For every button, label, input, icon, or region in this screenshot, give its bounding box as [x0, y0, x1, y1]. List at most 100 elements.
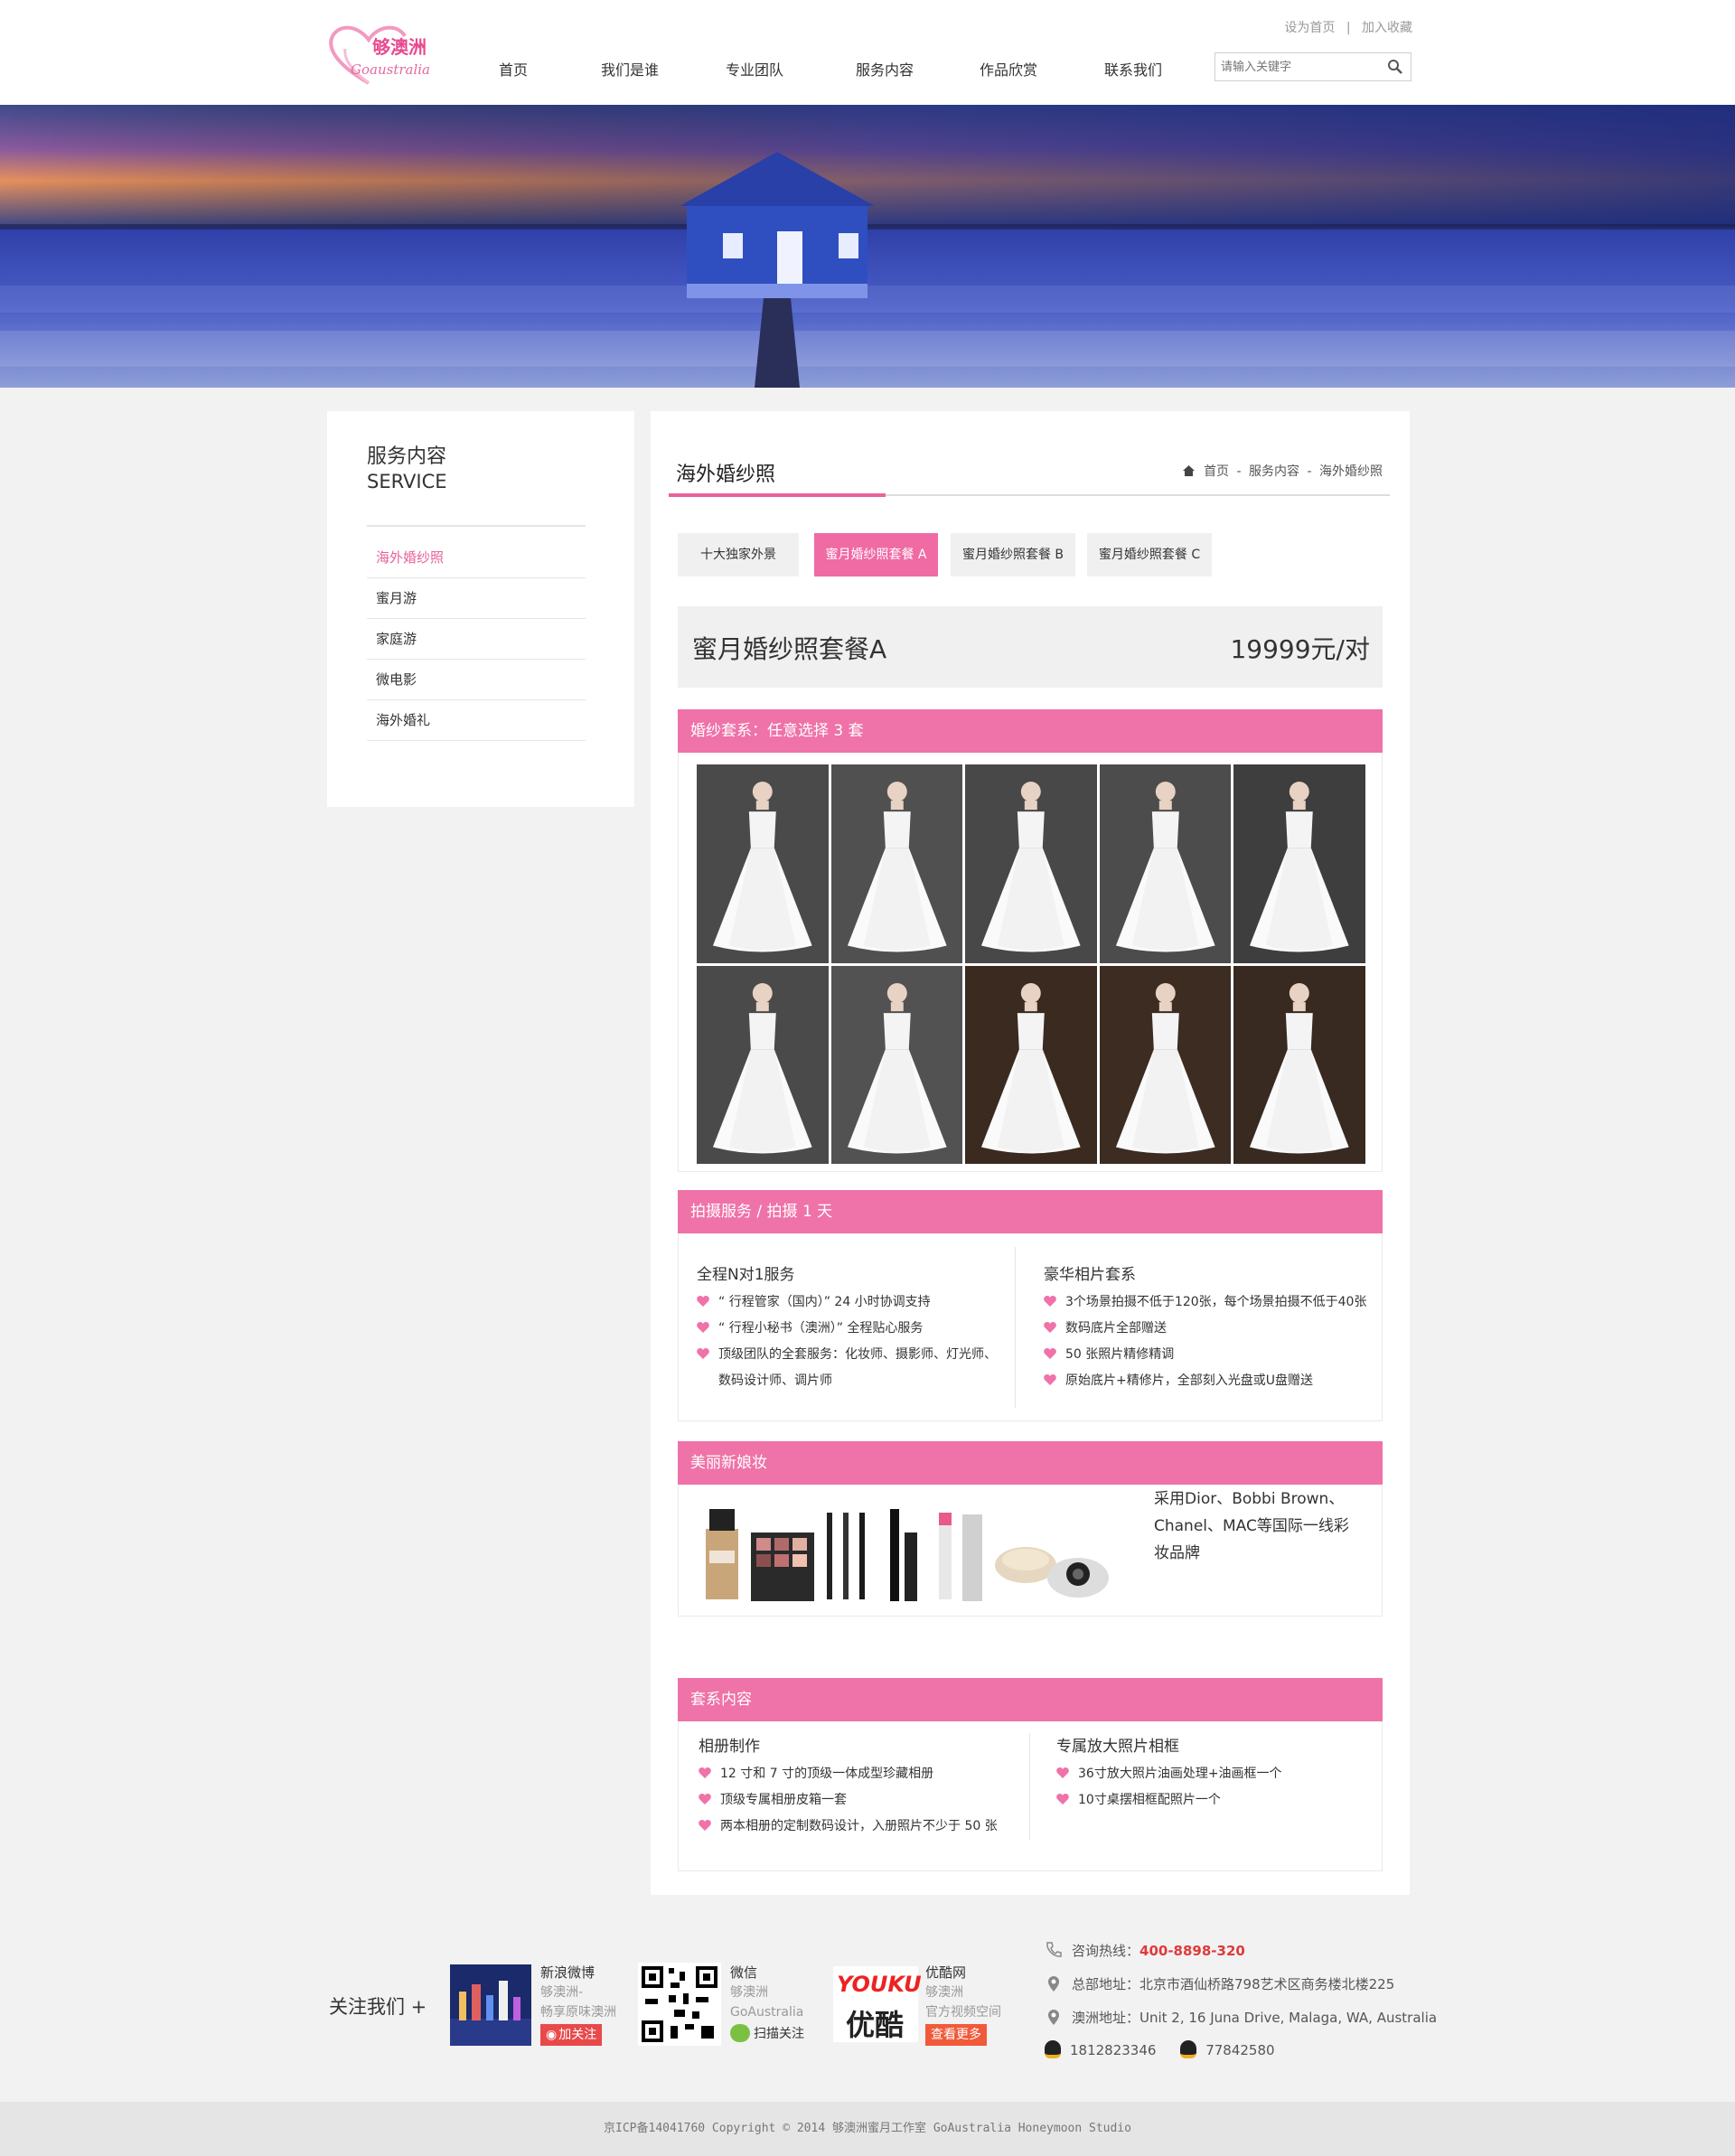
qq-number-1[interactable]: 1812823346 [1070, 2042, 1156, 2058]
wedding-dress-image [1250, 982, 1350, 1153]
list-item-text: 原始底片+精修片，全部刻入光盘或U盘赠送 [1065, 1373, 1313, 1388]
set-section: 套系内容 相册制作 12 寸和 7 寸的顶级一体成型珍藏相册 顶级专属相册皮箱一… [678, 1678, 1383, 1871]
list-item-text: 两本相册的定制数码设计，入册照片不少于 50 张 [720, 1819, 998, 1833]
weibo-follow-button[interactable]: ◉ 加关注 [540, 2024, 603, 2046]
tab-package-b[interactable]: 蜜月婚纱照套餐 B [951, 533, 1075, 576]
wedding-dress-image [712, 982, 812, 1153]
dress-photo[interactable] [830, 965, 963, 1164]
youku-logo-en: YOUKU [837, 1972, 922, 1997]
hotline-label: 咨询热线： [1072, 1943, 1140, 1959]
list-item-text: 12 寸和 7 寸的顶级一体成型珍藏相册 [720, 1767, 934, 1781]
wedding-dress-image [847, 982, 947, 1153]
dress-section-title: 婚纱套系：任意选择 3 套 [678, 709, 1383, 753]
breadcrumb-services[interactable]: 服务内容 [1249, 464, 1299, 479]
sidebar-item-overseas-wedding-photo[interactable]: 海外婚纱照 [367, 538, 586, 578]
weibo-name: 新浪微博 [540, 1964, 596, 1981]
dress-photo[interactable] [965, 764, 1097, 963]
sidebar-item-overseas-wedding[interactable]: 海外婚礼 [367, 700, 586, 741]
youku-logo-cn: 优酷 [846, 2008, 905, 2042]
shoot-section: 拍摄服务 / 拍摄 1 天 全程N对1服务 “ 行程管家（国内）” 24 小时协… [678, 1190, 1383, 1421]
dress-photo[interactable] [830, 764, 963, 963]
nav-team[interactable]: 专业团队 [726, 58, 783, 80]
dress-photo[interactable] [1099, 764, 1232, 963]
youku-name: 优酷网 [925, 1964, 967, 1981]
makeup-section-title: 美丽新娘妆 [678, 1441, 1383, 1485]
column-divider [1015, 1247, 1016, 1408]
weixin-scan-button[interactable]: 扫描关注 [730, 2024, 804, 2042]
list-item: 12 寸和 7 寸的顶级一体成型珍藏相册 [699, 1764, 933, 1782]
address-au: 澳洲地址：Unit 2, 16 Juna Drive, Malaga, WA, … [1045, 2008, 1437, 2027]
qq-icon [1180, 2040, 1197, 2058]
heart-icon [697, 1322, 709, 1333]
list-item-text: 36寸放大照片油画处理+油画框一个 [1078, 1767, 1282, 1781]
nav-contact[interactable]: 联系我们 [1104, 58, 1162, 80]
hotline-number: 400-8898-320 [1139, 1943, 1245, 1959]
makeup-description: 采用Dior、Bobbi Brown、Chanel、MAC等国际一线彩妆品牌 [1154, 1490, 1349, 1562]
logo[interactable]: 够澳洲 Goaustralia [325, 20, 434, 89]
qq-icon [1045, 2040, 1061, 2058]
package-header: 蜜月婚纱照套餐A 19999元/对 [678, 606, 1383, 688]
search-input[interactable] [1221, 58, 1383, 76]
address-au-text: 澳洲地址：Unit 2, 16 Juna Drive, Malaga, WA, … [1072, 2010, 1438, 2026]
shoot-section-title: 拍摄服务 / 拍摄 1 天 [678, 1190, 1383, 1233]
copyright: 京ICP备14041760 Copyright © 2014 够澳洲蜜月工作室 … [0, 2102, 1735, 2156]
youku-desc-2: 官方视频空间 [925, 2005, 1001, 2020]
makeup-section: 美丽新娘妆 采用Dior、Bobbi Brown、Chanel、MAC等国际一线… [678, 1441, 1383, 1617]
search-box [1214, 52, 1411, 81]
youku-more-button[interactable]: 查看更多 [925, 2024, 987, 2046]
dress-photo[interactable] [697, 965, 829, 1164]
qq-contacts: 1812823346 77842580 [1045, 2040, 1275, 2058]
search-icon[interactable] [1387, 59, 1403, 75]
nav-home[interactable]: 首页 [499, 58, 528, 80]
wedding-dress-image [981, 982, 1081, 1153]
top-links: 设为首页 | 加入收藏 [1284, 18, 1412, 36]
top-links-separator: | [1346, 21, 1351, 35]
list-item: 顶级专属相册皮箱一套 [699, 1790, 847, 1808]
breadcrumb-current: 海外婚纱照 [1319, 464, 1383, 479]
nav-about[interactable]: 我们是谁 [601, 58, 659, 80]
sidebar-subtitle: SERVICE [367, 471, 447, 492]
weibo-desc-2: 畅享原味澳洲 [540, 2005, 616, 2020]
heart-icon [1056, 1794, 1069, 1804]
photo-set-column-title: 豪华相片套系 [1044, 1266, 1136, 1284]
heart-icon [1044, 1348, 1056, 1359]
sidebar-item-micro-film[interactable]: 微电影 [367, 660, 586, 700]
hero-banner [0, 105, 1735, 388]
breadcrumb-separator: - [1307, 464, 1312, 479]
phone-icon [1046, 1942, 1062, 1957]
weibo-desc-1: 够澳洲- [540, 1985, 584, 2000]
sidebar-item-family-tour[interactable]: 家庭游 [367, 619, 586, 660]
wedding-dress-image [981, 782, 1081, 952]
dress-photo[interactable] [1233, 764, 1365, 963]
list-item-text: 50 张照片精修精调 [1065, 1347, 1175, 1362]
breadcrumb-home[interactable]: 首页 [1204, 464, 1229, 479]
qq-number-2[interactable]: 77842580 [1205, 2042, 1274, 2058]
site-header: 够澳洲 Goaustralia 首页 我们是谁 专业团队 服务内容 作品欣赏 联… [0, 0, 1735, 105]
tab-exclusive-scenes[interactable]: 十大独家外景 [678, 533, 799, 576]
set-home-link[interactable]: 设为首页 [1284, 21, 1335, 35]
list-item: 36寸放大照片油画处理+油画框一个 [1056, 1764, 1282, 1782]
sidebar-item-honeymoon[interactable]: 蜜月游 [367, 578, 586, 619]
heart-icon [697, 1296, 709, 1307]
dress-photo[interactable] [697, 764, 829, 963]
youku-logo[interactable]: YOUKU 优酷 [833, 1966, 922, 2042]
tab-package-c[interactable]: 蜜月婚纱照套餐 C [1087, 533, 1212, 576]
heart-icon [1044, 1374, 1056, 1385]
list-item: 数码底片全部赠送 [1044, 1318, 1167, 1336]
dress-photo[interactable] [1233, 965, 1365, 1164]
heart-icon [1044, 1296, 1056, 1307]
wedding-dress-image [1115, 982, 1215, 1153]
column-divider [1029, 1733, 1030, 1840]
breadcrumb: 首页 - 服务内容 - 海外婚纱照 [1182, 462, 1383, 480]
sidebar-divider [367, 525, 586, 527]
dress-photo[interactable] [1099, 965, 1232, 1164]
nav-works[interactable]: 作品欣赏 [980, 58, 1037, 80]
dress-photo[interactable] [965, 965, 1097, 1164]
nav-services[interactable]: 服务内容 [856, 58, 914, 80]
heart-icon [1056, 1767, 1069, 1778]
add-favorite-link[interactable]: 加入收藏 [1362, 21, 1412, 35]
weibo-city-image[interactable] [450, 1964, 531, 2046]
qr-code-image [638, 1963, 721, 2046]
tab-package-a[interactable]: 蜜月婚纱照套餐 A [814, 533, 938, 576]
list-item: 两本相册的定制数码设计，入册照片不少于 50 张 [699, 1816, 998, 1834]
